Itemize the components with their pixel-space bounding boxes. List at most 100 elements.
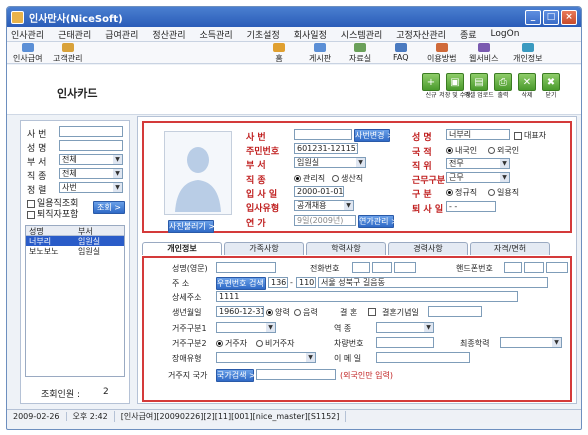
- work-type-select[interactable]: 근무: [446, 172, 510, 183]
- toolbar-payroll[interactable]: 인사급여: [13, 43, 42, 64]
- trash-icon: ✕: [518, 73, 536, 91]
- menu-item[interactable]: 인사관리: [11, 28, 44, 41]
- leave-manage-button[interactable]: 연가관리 >: [358, 215, 398, 228]
- job-select[interactable]: 전체: [59, 168, 123, 179]
- tab-education[interactable]: 학력사항: [306, 242, 386, 255]
- close-page-button[interactable]: ✖ 닫기: [539, 73, 563, 99]
- wedding-field[interactable]: [428, 306, 482, 317]
- married-check[interactable]: [368, 307, 378, 316]
- basic-info-box: 사진불러기 > 사 번 사번변경 > 주민번호 601231-1211511 부…: [142, 121, 572, 233]
- menu-item[interactable]: 종료: [460, 28, 477, 41]
- search-button[interactable]: 조회 >: [93, 201, 125, 214]
- print-button[interactable]: ⎙ 출력: [491, 73, 515, 99]
- residence-1-select[interactable]: [216, 322, 276, 333]
- mobile-field-1[interactable]: [504, 262, 522, 273]
- leave-label: 연 가: [246, 219, 266, 229]
- menu-item[interactable]: 회사일정: [294, 28, 327, 41]
- eng-name-field[interactable]: [216, 262, 276, 273]
- nonresident-radio[interactable]: 비거주자: [256, 338, 294, 349]
- job-production-radio[interactable]: 생산직: [332, 173, 363, 184]
- table-row[interactable]: 너부리 임원실: [26, 236, 124, 246]
- toolbar-howto[interactable]: 이용방법: [427, 43, 456, 64]
- load-photo-button[interactable]: 사진불러기 >: [168, 220, 215, 233]
- phone-field-1[interactable]: [352, 262, 370, 273]
- tab-career[interactable]: 경력사항: [388, 242, 468, 255]
- married-label: 결 혼: [340, 308, 358, 317]
- education-select[interactable]: [500, 337, 562, 348]
- name-field[interactable]: 너부리: [446, 129, 510, 140]
- daily-radio[interactable]: 일용직: [488, 187, 519, 198]
- resident-no-field[interactable]: 601231-1211511: [294, 143, 358, 154]
- lunar-radio[interactable]: 음력: [294, 307, 318, 318]
- religion-select[interactable]: [376, 322, 434, 333]
- emp-no-field[interactable]: [294, 129, 352, 140]
- toolbar-home[interactable]: 홈: [273, 43, 285, 64]
- religion-label: 역 종: [334, 324, 352, 333]
- status-time: 오후 2:42: [67, 411, 115, 422]
- table-row[interactable]: 보노보노 임원실: [26, 246, 124, 256]
- zip-field-1[interactable]: 136: [268, 277, 288, 288]
- car-field[interactable]: [376, 337, 434, 348]
- sort-select[interactable]: 사번: [59, 182, 123, 193]
- minimize-button[interactable]: _: [525, 9, 541, 25]
- ceo-check[interactable]: 대표자: [514, 130, 546, 141]
- address-detail-field[interactable]: 1111: [216, 291, 518, 302]
- phone-field-3[interactable]: [394, 262, 416, 273]
- position-select[interactable]: 전무: [446, 158, 510, 169]
- tab-personal[interactable]: 개인정보: [142, 242, 222, 255]
- menu-item[interactable]: 근태관리: [58, 28, 91, 41]
- hire-date-label: 입 사 일: [246, 190, 278, 200]
- position-label: 직 위: [412, 162, 432, 172]
- hire-type-select[interactable]: 공개채용: [294, 200, 354, 211]
- toolbar-faq[interactable]: FAQ: [393, 43, 409, 62]
- birth-field[interactable]: 1960-12-31: [216, 306, 264, 317]
- excel-upload-button[interactable]: ▤ 엑셀 업로드: [464, 73, 494, 99]
- menu-item[interactable]: 시스템관리: [341, 28, 382, 41]
- menu-item[interactable]: LogOn: [491, 29, 520, 39]
- job-manager-radio[interactable]: 관리직: [294, 173, 325, 184]
- excel-icon: ▤: [470, 73, 488, 91]
- toolbar-profile[interactable]: 개인정보: [513, 43, 542, 64]
- zip-search-button[interactable]: 우편번호 검색 >: [216, 277, 273, 290]
- country-field[interactable]: [256, 369, 336, 380]
- toolbar-webservice[interactable]: 웹서비스: [469, 43, 498, 64]
- email-field[interactable]: [376, 352, 470, 363]
- change-emp-no-button[interactable]: 사번변경 >: [354, 129, 394, 142]
- address-detail-label: 상세주소: [172, 293, 202, 302]
- menu-item[interactable]: 기초설정: [247, 28, 280, 41]
- disability-select[interactable]: [216, 352, 316, 363]
- status-date: 2009-02-26: [7, 412, 67, 421]
- retired-check[interactable]: 퇴직자포함: [27, 207, 78, 220]
- foreign-radio[interactable]: 외국인: [488, 145, 519, 156]
- payroll-icon: [21, 43, 34, 52]
- tab-license[interactable]: 자격/면허: [470, 242, 550, 255]
- menu-item[interactable]: 급여관리: [105, 28, 138, 41]
- close-button[interactable]: ×: [561, 9, 577, 25]
- mobile-field-3[interactable]: [546, 262, 568, 273]
- retire-date-field[interactable]: - -: [446, 201, 496, 212]
- domestic-radio[interactable]: 내국인: [446, 145, 477, 156]
- dept-select[interactable]: 임원실: [294, 157, 366, 168]
- delete-button[interactable]: ✕ 삭제: [515, 73, 539, 99]
- menu-item[interactable]: 정산관리: [152, 28, 185, 41]
- phone-field-2[interactable]: [372, 262, 392, 273]
- menu-item[interactable]: 소득관리: [200, 28, 233, 41]
- hire-date-field[interactable]: 2000-01-01: [294, 186, 344, 197]
- address-field[interactable]: 서울 성북구 길음동: [318, 277, 548, 288]
- name-input[interactable]: [59, 140, 123, 151]
- toolbar-board[interactable]: 게시판: [309, 43, 331, 64]
- zip-field-2[interactable]: 110: [296, 277, 316, 288]
- dept-select[interactable]: 전체: [59, 154, 123, 165]
- solar-radio[interactable]: 양력: [266, 307, 290, 318]
- emp-no-input[interactable]: [59, 126, 123, 137]
- country-search-button[interactable]: 국가검색 >: [216, 369, 256, 382]
- tab-family[interactable]: 가족사항: [224, 242, 304, 255]
- mobile-field-2[interactable]: [524, 262, 544, 273]
- maximize-button[interactable]: □: [543, 9, 559, 25]
- toolbar-files[interactable]: 자료실: [349, 43, 371, 64]
- resident-radio[interactable]: 거주자: [216, 338, 247, 349]
- work-type-label: 근무구분: [412, 176, 446, 186]
- toolbar-customer[interactable]: 고객관리: [53, 43, 82, 64]
- regular-radio[interactable]: 정규직: [446, 187, 477, 198]
- menu-item[interactable]: 고정자산관리: [396, 28, 446, 41]
